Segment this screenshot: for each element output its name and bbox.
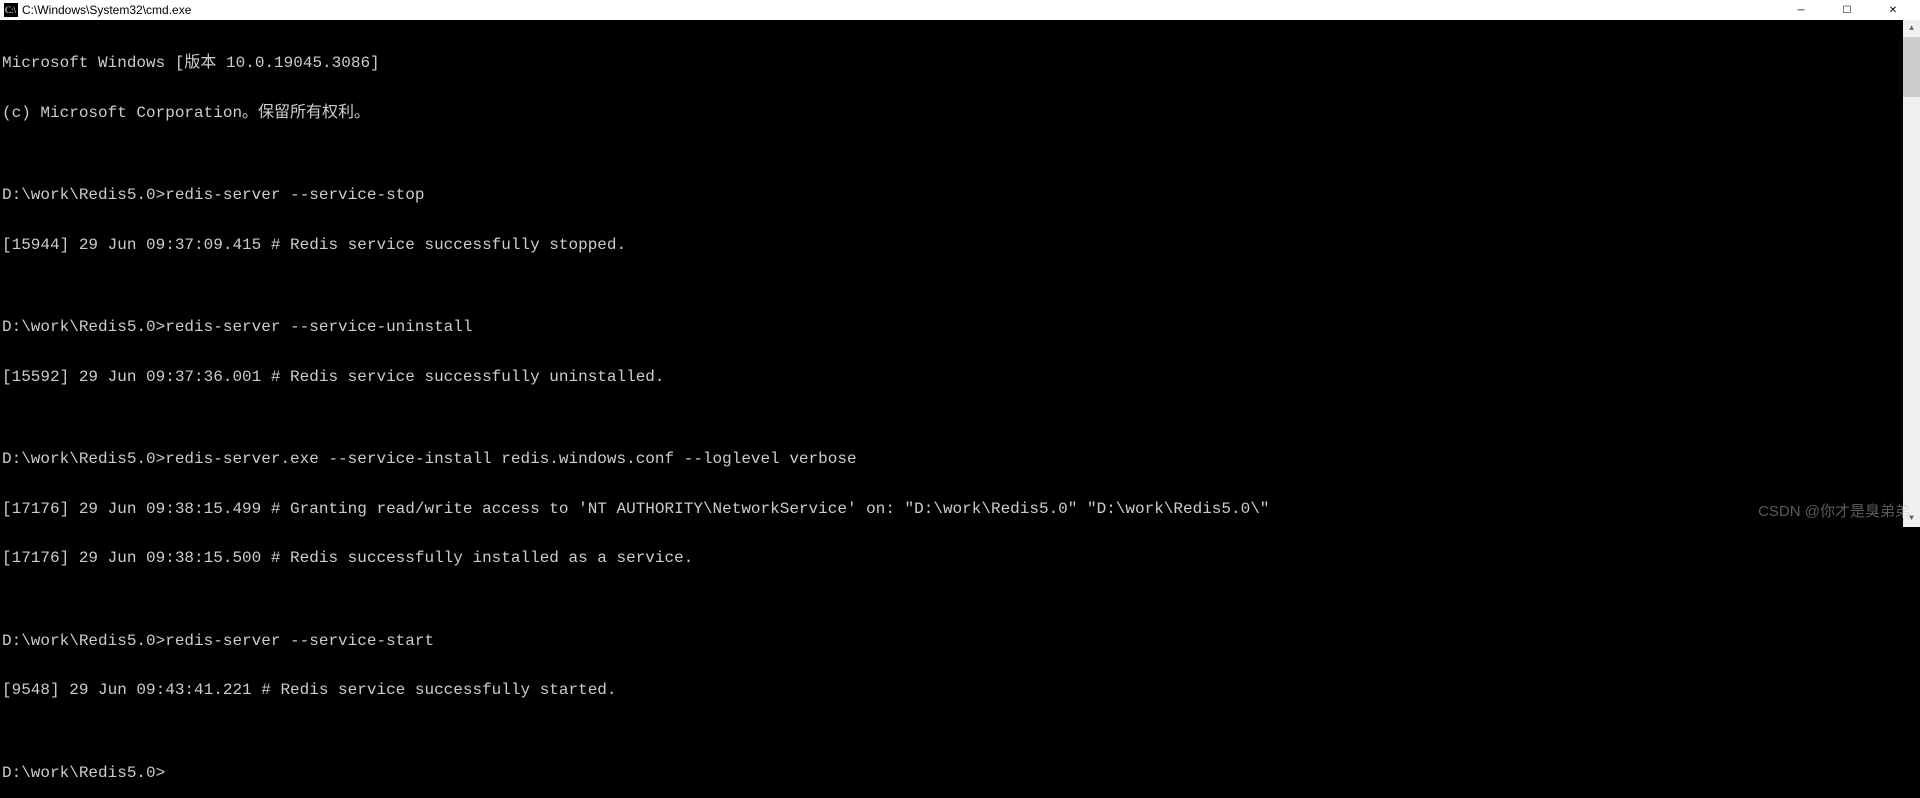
minimize-button[interactable]: ─	[1778, 0, 1824, 20]
svg-text:C:\: C:\	[5, 5, 17, 15]
terminal-line: Microsoft Windows [版本 10.0.19045.3086]	[2, 55, 1918, 72]
terminal-line: [17176] 29 Jun 09:38:15.500 # Redis succ…	[2, 550, 1918, 567]
window-title: C:\Windows\System32\cmd.exe	[22, 3, 1778, 17]
terminal-line: D:\work\Redis5.0>redis-server.exe --serv…	[2, 451, 1918, 468]
terminal-line: [15592] 29 Jun 09:37:36.001 # Redis serv…	[2, 369, 1918, 386]
watermark-text: CSDN @你才是臭弟弟	[1758, 500, 1910, 521]
close-button[interactable]: ✕	[1870, 0, 1916, 20]
terminal-output[interactable]: Microsoft Windows [版本 10.0.19045.3086] (…	[0, 20, 1920, 527]
window-controls: ─ ☐ ✕	[1778, 0, 1916, 20]
terminal-line: (c) Microsoft Corporation。保留所有权利。	[2, 105, 1918, 122]
window-titlebar: C:\ C:\Windows\System32\cmd.exe ─ ☐ ✕	[0, 0, 1920, 20]
terminal-line: D:\work\Redis5.0>redis-server --service-…	[2, 319, 1918, 336]
vertical-scrollbar[interactable]: ▲ ▼	[1903, 20, 1920, 527]
terminal-line: [15944] 29 Jun 09:37:09.415 # Redis serv…	[2, 237, 1918, 254]
scrollbar-thumb[interactable]	[1903, 37, 1920, 97]
maximize-button[interactable]: ☐	[1824, 0, 1870, 20]
terminal-line: D:\work\Redis5.0>redis-server --service-…	[2, 633, 1918, 650]
terminal-line: D:\work\Redis5.0>redis-server --service-…	[2, 187, 1918, 204]
scrollbar-up-arrow[interactable]: ▲	[1903, 20, 1920, 37]
terminal-line: D:\work\Redis5.0>	[2, 765, 1918, 782]
cmd-icon: C:\	[4, 3, 18, 17]
terminal-line: [9548] 29 Jun 09:43:41.221 # Redis servi…	[2, 682, 1918, 699]
terminal-line: [17176] 29 Jun 09:38:15.499 # Granting r…	[2, 501, 1918, 518]
